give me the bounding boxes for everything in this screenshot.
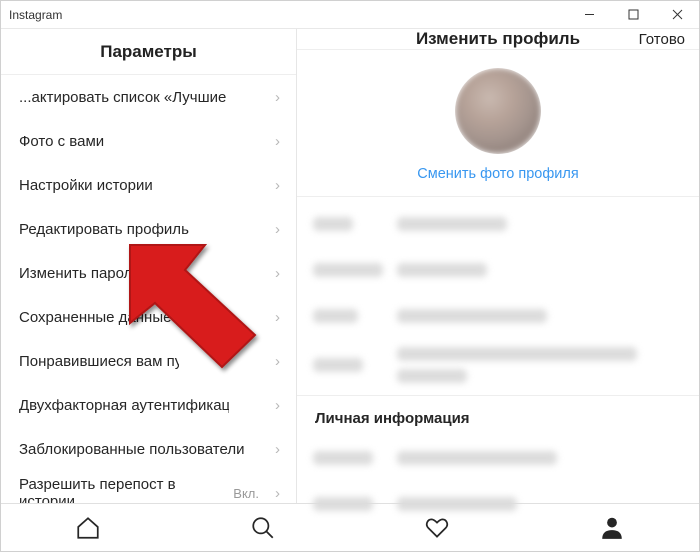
field-label-blur bbox=[313, 358, 363, 372]
field-row-phone[interactable] bbox=[297, 481, 699, 527]
field-value-blur bbox=[397, 263, 487, 277]
field-row-username[interactable] bbox=[297, 247, 699, 293]
chevron-right-icon: › bbox=[275, 221, 280, 238]
sidebar-item-label: Сохраненные данные bbox=[19, 309, 171, 326]
nav-activity[interactable] bbox=[423, 514, 451, 542]
chevron-right-icon: › bbox=[275, 265, 280, 282]
field-value-blur bbox=[397, 309, 547, 323]
minimize-button[interactable] bbox=[567, 1, 611, 28]
sidebar-item-label: Разрешить перепост в истории bbox=[19, 476, 233, 503]
sidebar-item-label: Настройки истории bbox=[19, 177, 153, 194]
sidebar-item-trailing-text: Вкл. bbox=[233, 486, 259, 501]
sidebar-item-change-password[interactable]: Изменить пароль › bbox=[1, 251, 296, 295]
nav-search[interactable] bbox=[249, 514, 277, 542]
sidebar-item-posts-liked[interactable]: Понравившиеся вам публикации › bbox=[1, 339, 296, 383]
sidebar-item-label: Фото с вами bbox=[19, 133, 104, 150]
field-label-blur bbox=[313, 217, 353, 231]
sidebar-item-story-settings[interactable]: Настройки истории › bbox=[1, 163, 296, 207]
window-controls bbox=[567, 1, 699, 28]
sidebar-item-label: Редактировать профиль bbox=[19, 221, 189, 238]
field-label-blur bbox=[313, 451, 373, 465]
sidebar-item-allow-story-reshare[interactable]: Разрешить перепост в истории Вкл. › bbox=[1, 471, 296, 503]
field-row-website[interactable] bbox=[297, 293, 699, 339]
sidebar-title: Параметры bbox=[1, 29, 296, 75]
sidebar-item-label: Двухфакторная аутентификация bbox=[19, 397, 229, 414]
field-label-blur bbox=[313, 263, 383, 277]
chevron-right-icon: › bbox=[275, 177, 280, 194]
field-value-blur bbox=[397, 217, 507, 231]
sidebar-item-saved-data[interactable]: Сохраненные данные › bbox=[1, 295, 296, 339]
chevron-right-icon: › bbox=[275, 309, 280, 326]
close-button[interactable] bbox=[655, 1, 699, 28]
sidebar-item-label: Заблокированные пользователи bbox=[19, 441, 244, 458]
sidebar-item-label: Изменить пароль bbox=[19, 265, 140, 282]
sidebar-item-two-factor[interactable]: Двухфакторная аутентификация › bbox=[1, 383, 296, 427]
chevron-right-icon: › bbox=[275, 441, 280, 458]
avatar[interactable] bbox=[455, 68, 541, 154]
sidebar-item-label: Понравившиеся вам публикации bbox=[19, 353, 179, 370]
maximize-button[interactable] bbox=[611, 1, 655, 28]
window-title: Instagram bbox=[9, 8, 62, 22]
chevron-right-icon: › bbox=[275, 133, 280, 150]
settings-list: ...актировать список «Лучшие друзья» › Ф… bbox=[1, 75, 296, 503]
sidebar-item-best-friends[interactable]: ...актировать список «Лучшие друзья» › bbox=[1, 75, 296, 119]
edit-profile-panel: Изменить профиль Готово Сменить фото про… bbox=[297, 29, 699, 503]
settings-sidebar: Параметры ...актировать список «Лучшие д… bbox=[1, 29, 297, 503]
chevron-right-icon: › bbox=[275, 89, 280, 106]
search-icon bbox=[250, 515, 276, 541]
content-title: Изменить профиль bbox=[416, 29, 580, 49]
change-photo-link[interactable]: Сменить фото профиля bbox=[417, 166, 578, 182]
field-row-bio[interactable] bbox=[297, 339, 699, 391]
field-value-blur bbox=[397, 347, 637, 361]
profile-fields: Личная информация bbox=[297, 197, 699, 531]
chevron-right-icon: › bbox=[275, 397, 280, 414]
window-titlebar: Instagram bbox=[1, 1, 699, 29]
field-value-blur bbox=[397, 369, 467, 383]
field-label-blur bbox=[313, 497, 373, 511]
done-button[interactable]: Готово bbox=[639, 31, 685, 48]
chevron-right-icon: › bbox=[275, 353, 280, 370]
profile-icon bbox=[599, 515, 625, 541]
sidebar-item-photos-of-you[interactable]: Фото с вами › bbox=[1, 119, 296, 163]
sidebar-item-edit-profile[interactable]: Редактировать профиль › bbox=[1, 207, 296, 251]
nav-profile[interactable] bbox=[598, 514, 626, 542]
field-label-blur bbox=[313, 309, 358, 323]
field-row-email[interactable] bbox=[297, 435, 699, 481]
field-value-blur bbox=[397, 497, 517, 511]
field-row-name[interactable] bbox=[297, 201, 699, 247]
chevron-right-icon: › bbox=[275, 485, 280, 502]
content-header: Изменить профиль Готово bbox=[297, 29, 699, 50]
nav-home[interactable] bbox=[74, 514, 102, 542]
heart-icon bbox=[424, 515, 450, 541]
personal-info-heading: Личная информация bbox=[297, 396, 699, 435]
home-icon bbox=[75, 515, 101, 541]
sidebar-item-blocked-users[interactable]: Заблокированные пользователи › bbox=[1, 427, 296, 471]
field-value-blur bbox=[397, 451, 557, 465]
sidebar-item-label: ...актировать список «Лучшие друзья» bbox=[19, 89, 229, 106]
profile-photo-section: Сменить фото профиля bbox=[297, 50, 699, 197]
